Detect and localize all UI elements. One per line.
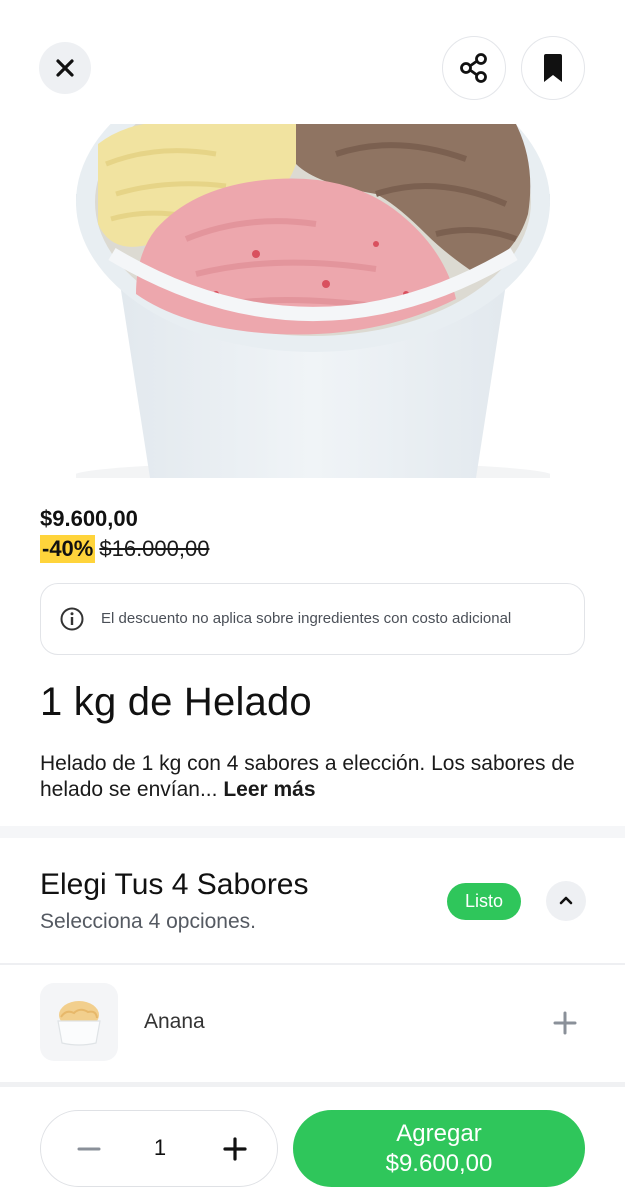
ice-cream-tub-image — [76, 124, 550, 478]
collapse-button[interactable] — [546, 881, 586, 921]
add-button-label: Agregar — [396, 1119, 482, 1147]
option-thumbnail — [40, 983, 118, 1061]
plus-icon — [223, 1137, 247, 1161]
status-badge: Listo — [447, 883, 521, 920]
quantity-value: 1 — [153, 1135, 167, 1160]
product-title: 1 kg de Helado — [40, 680, 312, 724]
share-icon — [460, 53, 487, 83]
close-button[interactable] — [39, 42, 91, 94]
read-more-link[interactable]: Leer más — [223, 778, 315, 801]
product-description: Helado de 1 kg con 4 sabores a elección.… — [40, 751, 585, 803]
discount-notice: El descuento no aplica sobre ingrediente… — [40, 583, 585, 655]
discount-row: -40% $16.000,00 — [40, 535, 209, 563]
chevron-up-icon — [559, 896, 573, 905]
ice-cream-cup-icon — [57, 1001, 101, 1046]
share-button[interactable] — [442, 36, 506, 100]
increase-quantity-button[interactable] — [215, 1129, 255, 1169]
option-label: Anana — [144, 1010, 205, 1033]
close-icon — [56, 59, 74, 77]
section-title: Elegi Tus 4 Sabores — [40, 868, 309, 901]
info-icon — [60, 607, 84, 631]
minus-icon — [77, 1147, 101, 1151]
bookmark-icon — [544, 54, 562, 82]
plus-icon — [553, 1011, 577, 1035]
section-subtitle: Selecciona 4 opciones. — [40, 910, 256, 933]
footer-divider — [0, 1082, 625, 1087]
discount-badge: -40% — [40, 535, 96, 563]
quantity-stepper: 1 — [40, 1110, 278, 1187]
add-option-button[interactable] — [548, 1006, 582, 1040]
section-divider — [0, 826, 625, 838]
add-button-price: $9.600,00 — [385, 1149, 493, 1177]
decrease-quantity-button[interactable] — [69, 1129, 109, 1169]
bookmark-button[interactable] — [521, 36, 585, 100]
product-price: $9.600,00 — [40, 506, 138, 531]
divider — [0, 963, 625, 965]
original-price: $16.000,00 — [99, 536, 210, 561]
product-image — [76, 124, 550, 478]
notice-text: El descuento no aplica sobre ingrediente… — [101, 610, 512, 627]
add-to-cart-button[interactable]: Agregar $9.600,00 — [293, 1110, 585, 1187]
